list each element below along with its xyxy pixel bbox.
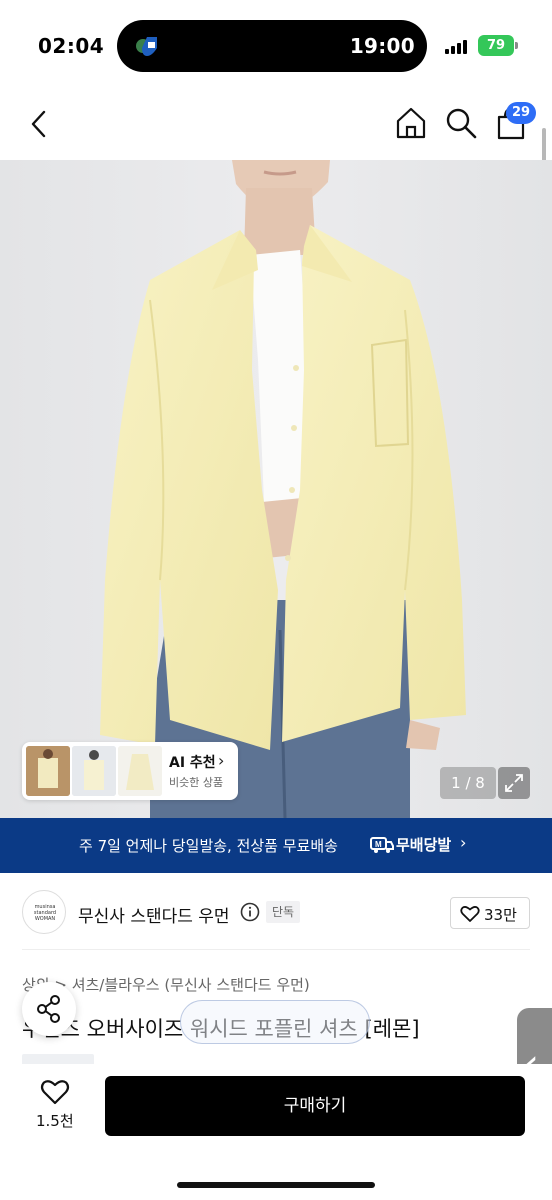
cart-count-badge: 29 [506,102,537,124]
header-nav: 29 [0,92,552,160]
recommend-thumb-1[interactable] [26,746,70,796]
heart-icon [460,906,480,922]
info-icon[interactable] [240,902,260,922]
brand-name[interactable]: 무신사 스탠다드 우먼 [78,902,230,927]
recommend-thumb-3[interactable] [118,746,162,796]
brand-like-count: 33만 [484,906,517,924]
ai-recommend-subtitle: 비슷한 상품 [169,776,224,789]
exclusive-badge: 단독 [266,901,301,923]
home-icon[interactable] [392,104,430,142]
product-image-gallery[interactable] [0,160,552,818]
back-icon[interactable] [22,106,58,142]
product-photo [0,160,552,818]
ai-recommendation-card[interactable]: AI 추천 › 비슷한 상품 [22,742,238,800]
app-activity-icon [136,37,157,56]
share-icon [37,995,60,1023]
chevron-right-icon: › [218,751,225,770]
floating-pill [180,1000,370,1044]
brand-like-button[interactable]: 33만 [450,897,530,929]
image-pager: 1 / 8 [440,767,496,799]
battery-tip [515,42,518,49]
search-icon[interactable] [442,104,480,142]
brand-logo[interactable]: musinsa standard WOMAN [22,890,66,934]
ai-recommend-title: AI 추천 [169,755,216,771]
dynamic-island: 19:00 [117,20,427,72]
buy-button[interactable]: 구매하기 [105,1076,525,1136]
divider [22,949,530,950]
brand-row: musinsa standard WOMAN 무신사 스탠다드 우먼 단독 33… [0,873,552,951]
wishlist-heart-icon[interactable] [40,1078,70,1106]
shipping-logo-text: 무배당발 [396,836,452,854]
shipping-text: 주 7일 언제나 당일발송, 전상품 무료배송 [79,837,338,855]
home-indicator [177,1182,375,1188]
status-time: 02:04 [38,34,105,58]
shipping-banner[interactable]: 주 7일 언제나 당일발송, 전상품 무료배송 M 무배당발 › [0,818,552,873]
chevron-right-icon: › [460,833,467,852]
signal-icon [445,38,471,54]
svg-text:M: M [375,840,382,849]
island-time: 19:00 [349,34,415,58]
bottom-action-bar: 1.5천 구매하기 [0,1064,552,1200]
delivery-truck-icon: M [370,837,394,853]
wishlist-count: 1.5천 [36,1112,74,1130]
status-bar: 02:04 19:00 79 [0,0,552,92]
battery-level: 79 [486,38,506,53]
expand-icon[interactable] [498,767,530,799]
share-button[interactable] [22,982,76,1036]
recommend-thumb-2[interactable] [72,746,116,796]
battery-icon: 79 [478,35,514,56]
